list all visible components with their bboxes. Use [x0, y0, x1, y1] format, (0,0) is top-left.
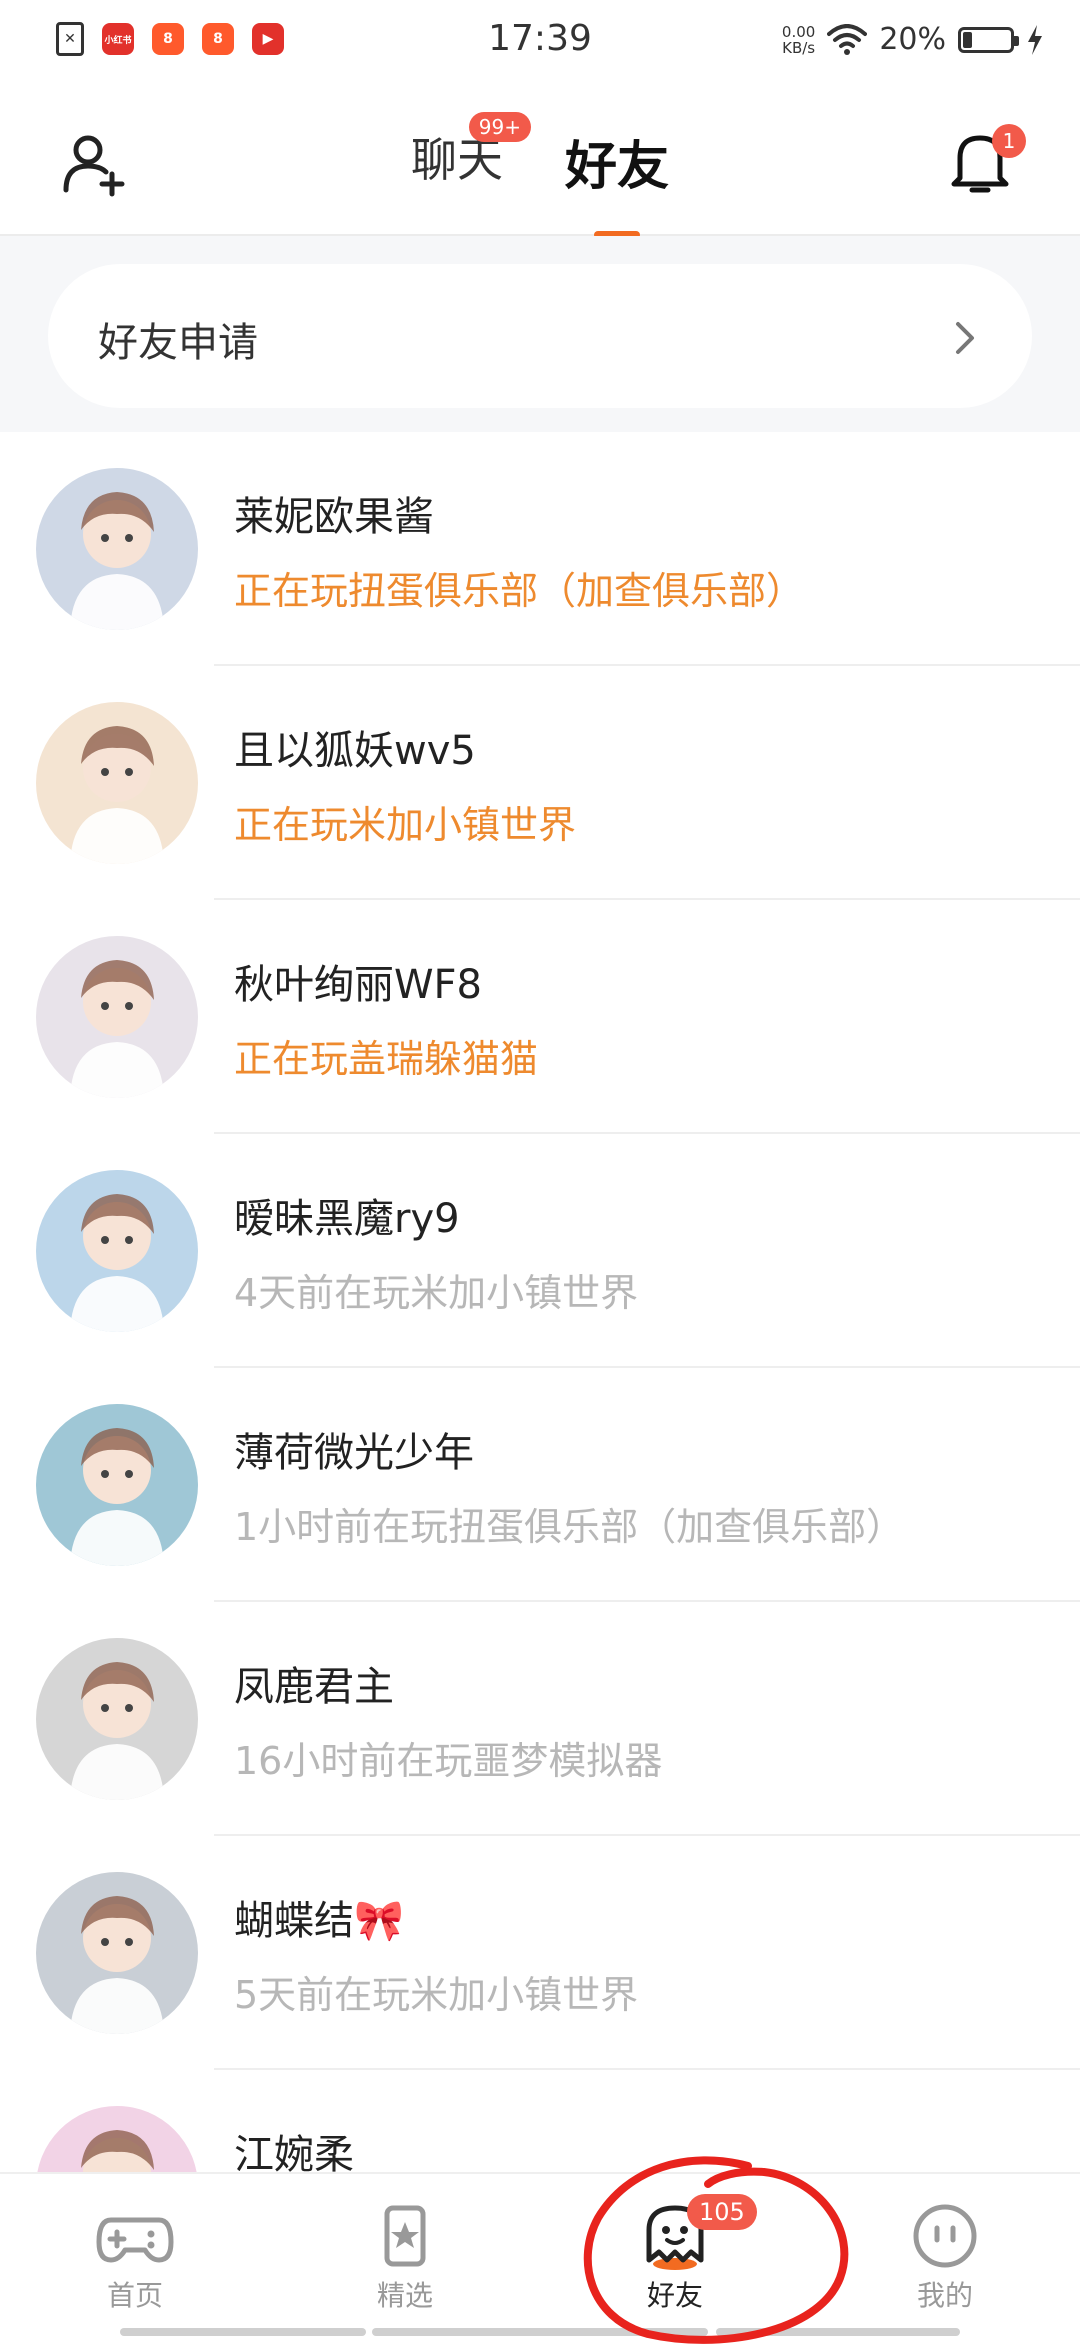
battery-fill: [963, 31, 973, 48]
nav-me[interactable]: 我的: [875, 2202, 1015, 2314]
friend-name: 凤鹿君主: [234, 1664, 394, 1710]
avatar-figure-icon: [70, 1662, 164, 1800]
friend-avatar[interactable]: [36, 1404, 198, 1566]
nav-home-label: 首页: [106, 2279, 163, 2312]
chevron-right-icon: [956, 322, 974, 354]
friend-status: 4天前在玩米加小镇世界: [234, 1271, 639, 1315]
avatar-figure-icon: [70, 1896, 164, 2034]
tab-friends-label: 好友: [564, 137, 669, 197]
status-bar: ✕ 小红书 8 8 ▶ 17:39 0.00 KB/s 20%: [0, 0, 1080, 84]
nav-friends-label: 好友: [646, 2279, 703, 2312]
friend-row[interactable]: 且以狐妖wv5 正在玩米加小镇世界: [0, 666, 1080, 900]
friend-status: 5天前在玩米加小镇世界: [234, 1973, 639, 2017]
wifi-icon: [827, 23, 868, 55]
friend-row[interactable]: 薄荷微光少年 1小时前在玩扭蛋俱乐部（加查俱乐部）: [0, 1368, 1080, 1602]
bottom-nav: 首页 精选 好友 105 我的: [0, 2172, 1080, 2342]
battery-icon: [958, 26, 1019, 53]
friend-avatar[interactable]: [36, 1170, 198, 1332]
nav-featured-label: 精选: [376, 2279, 433, 2312]
friend-row[interactable]: 凤鹿君主 16小时前在玩噩梦模拟器: [0, 1602, 1080, 1836]
friend-request-label: 好友申请: [98, 320, 258, 366]
friend-name: 且以狐妖wv5: [234, 728, 476, 774]
friend-status: 16小时前在玩噩梦模拟器: [234, 1739, 663, 1783]
net-speed-value: 0.00: [781, 22, 816, 41]
tab-friends[interactable]: 好友: [559, 124, 675, 239]
home-indicator: [372, 2328, 708, 2336]
friends-badge: 105: [687, 2194, 757, 2230]
net-speed-unit: KB/s: [782, 38, 816, 57]
notification-badge: 1: [992, 124, 1026, 158]
home-indicator: [716, 2328, 960, 2336]
nav-featured[interactable]: 精选: [335, 2202, 475, 2314]
friend-avatar[interactable]: [36, 1872, 198, 2034]
battery-percent: 20%: [879, 22, 946, 57]
friend-name: 秋叶绚丽WF8: [234, 962, 483, 1008]
top-tabs: 聊天 99+ 好友: [0, 112, 1080, 239]
nav-home[interactable]: 首页: [65, 2202, 205, 2314]
friend-name: 薄荷微光少年: [234, 1430, 474, 1476]
friend-status: 1小时前在玩扭蛋俱乐部（加查俱乐部）: [234, 1505, 905, 1549]
friend-row[interactable]: 莱妮欧果酱正在玩扭蛋俱乐部（加查俱乐部）: [0, 432, 1080, 666]
notification-button[interactable]: 1: [940, 124, 1026, 204]
unread-badge: 99+: [468, 112, 531, 142]
friend-name: 蝴蝶结🎀: [234, 1898, 404, 1944]
avatar-figure-icon: [70, 726, 164, 864]
avatar-figure-icon: [70, 1428, 164, 1566]
friend-row[interactable]: 蝴蝶结🎀 5天前在玩米加小镇世界: [0, 1836, 1080, 2070]
net-speed: 0.00 KB/s: [782, 24, 815, 56]
nav-friends[interactable]: 好友 105: [605, 2194, 757, 2314]
friend-avatar[interactable]: [36, 468, 198, 630]
tab-chat[interactable]: 聊天 99+: [405, 112, 531, 199]
system-indicators: 0.00 KB/s 20%: [782, 22, 1044, 57]
star-card-icon: [384, 2205, 426, 2267]
friend-list: 莱妮欧果酱 正在玩扭蛋俱乐部（加查俱乐部） 且以狐妖wv5 正在玩米加小镇世界 秋叶绚丽…: [0, 432, 1080, 2304]
friend-name: 暧昧黑魔ry9: [234, 1196, 460, 1242]
friend-request-section: 好友申请: [0, 236, 1080, 432]
friend-status: 正在玩米加小镇世界: [234, 803, 577, 847]
friend-status: 正在玩扭蛋俱乐部（加查俱乐部）: [234, 569, 805, 613]
avatar-figure-icon: [70, 1194, 164, 1332]
friend-avatar[interactable]: [36, 936, 198, 1098]
avatar-figure-icon: [70, 960, 164, 1098]
friend-status: 正在玩盖瑞躲猫猫: [234, 1037, 539, 1081]
charging-icon: [1028, 24, 1042, 55]
nav-me-label: 我的: [916, 2279, 973, 2312]
friend-avatar[interactable]: [36, 702, 198, 864]
face-icon: [913, 2204, 977, 2268]
friend-row[interactable]: 暧昧黑魔ry9 4天前在玩米加小镇世界: [0, 1134, 1080, 1368]
home-indicator: [120, 2328, 366, 2336]
friend-avatar[interactable]: [36, 1638, 198, 1800]
friend-name: 莱妮欧果酱: [234, 494, 434, 540]
friend-row[interactable]: 秋叶绚丽WF8 正在玩盖瑞躲猫猫: [0, 900, 1080, 1134]
gamepad-icon: [96, 2217, 174, 2263]
avatar-figure-icon: [70, 492, 164, 630]
friend-request-button[interactable]: 好友申请: [48, 264, 1032, 408]
top-header: 聊天 99+ 好友 1: [0, 84, 1080, 239]
